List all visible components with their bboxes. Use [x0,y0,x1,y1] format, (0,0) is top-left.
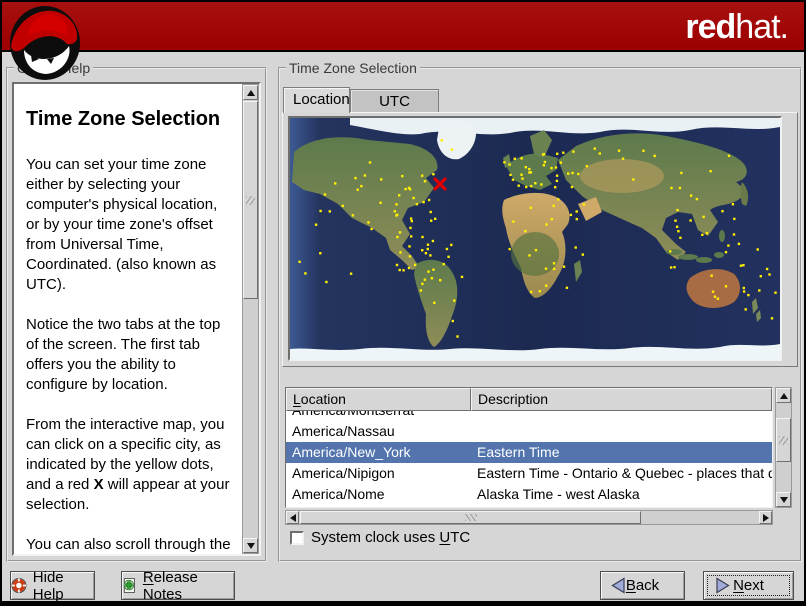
help-paragraph-4: You can also scroll through the city lis… [26,536,231,553]
cell-location[interactable]: America/Nipigon [286,463,471,484]
release-notes-label: Release Notes [142,568,198,603]
back-arrow-icon [611,577,625,594]
table-vscroll-thumb[interactable] [776,418,791,462]
cell-description[interactable]: Eastern Time [471,442,772,463]
table-row[interactable]: America/Nipigon Eastern Time - Ontario & … [286,463,772,484]
cell-location[interactable]: America/New_York [286,442,471,463]
brand-light: hat [735,8,780,46]
column-header-location[interactable]: Location [286,388,471,411]
table-row[interactable]: America/New_York Eastern Time [286,442,772,463]
world-map-container [288,116,782,361]
tab-utc-offset[interactable]: UTC Offset [350,89,439,134]
back-label: Back [625,577,660,594]
redhat-shadowman-logo-icon [10,6,80,80]
next-button[interactable]: Next [703,571,794,600]
table-hscrollbar[interactable] [285,510,773,525]
help-title: Time Zone Selection [26,108,221,130]
timezone-frame-label: Time Zone Selection [286,60,420,76]
table-vscrollbar[interactable] [775,387,792,508]
timezone-table: Location Description America/MontserratA… [285,387,773,508]
timezone-table-body: America/MontserratAmerica/NassauAmerica/… [286,411,772,507]
hide-help-button[interactable]: Hide Help [10,568,95,603]
release-notes-button[interactable]: Release Notes [121,568,235,603]
tab-location[interactable]: Location [283,87,350,113]
life-preserver-icon [11,577,27,594]
cell-location[interactable]: America/Nome [286,484,471,505]
table-scroll-down-button[interactable] [776,492,791,507]
timezone-table-header: Location Description [286,388,772,411]
hide-help-label: Hide Help [32,568,64,603]
cell-description[interactable]: Alaska Time - west Alaska [471,484,772,505]
header-banner: redhat. [2,2,804,52]
help-scroll-down-button[interactable] [243,538,258,553]
help-scrollbar[interactable] [242,84,259,554]
cell-description[interactable] [471,421,772,442]
help-scroll-thumb[interactable] [243,101,258,299]
next-arrow-icon [716,577,730,594]
table-row[interactable]: America/Nome Alaska Time - west Alaska [286,484,772,505]
back-button[interactable]: Back [600,571,685,600]
help-viewport: Time Zone Selection You can set your tim… [12,82,261,556]
help-text: Time Zone Selection You can set your tim… [14,84,240,554]
brand-dot: . [779,8,790,46]
cell-location[interactable]: America/Montserrat [286,411,471,421]
online-help-frame: Online Help Time Zone Selection You can … [6,60,267,562]
cell-description[interactable]: Eastern Time - Ontario & Quebec - places… [471,463,772,484]
cell-description[interactable] [471,411,772,421]
cell-location[interactable]: America/Nassau [286,421,471,442]
utc-checkbox-label[interactable]: System clock uses UTC [311,529,470,546]
installer-window: redhat. Online Help Time Zone Selection … [0,0,806,606]
world-map[interactable] [290,118,780,359]
help-scroll-up-button[interactable] [243,85,258,100]
utc-checkbox[interactable] [290,530,304,545]
help-paragraph-1: You can set your time zone either by sel… [26,156,218,293]
table-scroll-up-button[interactable] [776,388,791,403]
table-row[interactable]: America/Nassau [286,421,772,442]
release-notes-icon [123,578,135,593]
brand-bold: red [685,8,736,46]
table-scroll-left-button[interactable] [286,511,299,524]
help-paragraph-2: Notice the two tabs at the top of the sc… [26,316,221,393]
column-header-description[interactable]: Description [471,388,772,411]
table-scroll-right-button[interactable] [759,511,772,524]
table-row[interactable]: America/Montserrat [286,411,772,421]
table-hscroll-thumb[interactable] [300,511,641,524]
utc-checkbox-row: System clock uses UTC [290,529,470,546]
help-paragraph-3: From the interactive map, you can click … [26,416,230,513]
redhat-wordmark: redhat. [685,8,790,46]
